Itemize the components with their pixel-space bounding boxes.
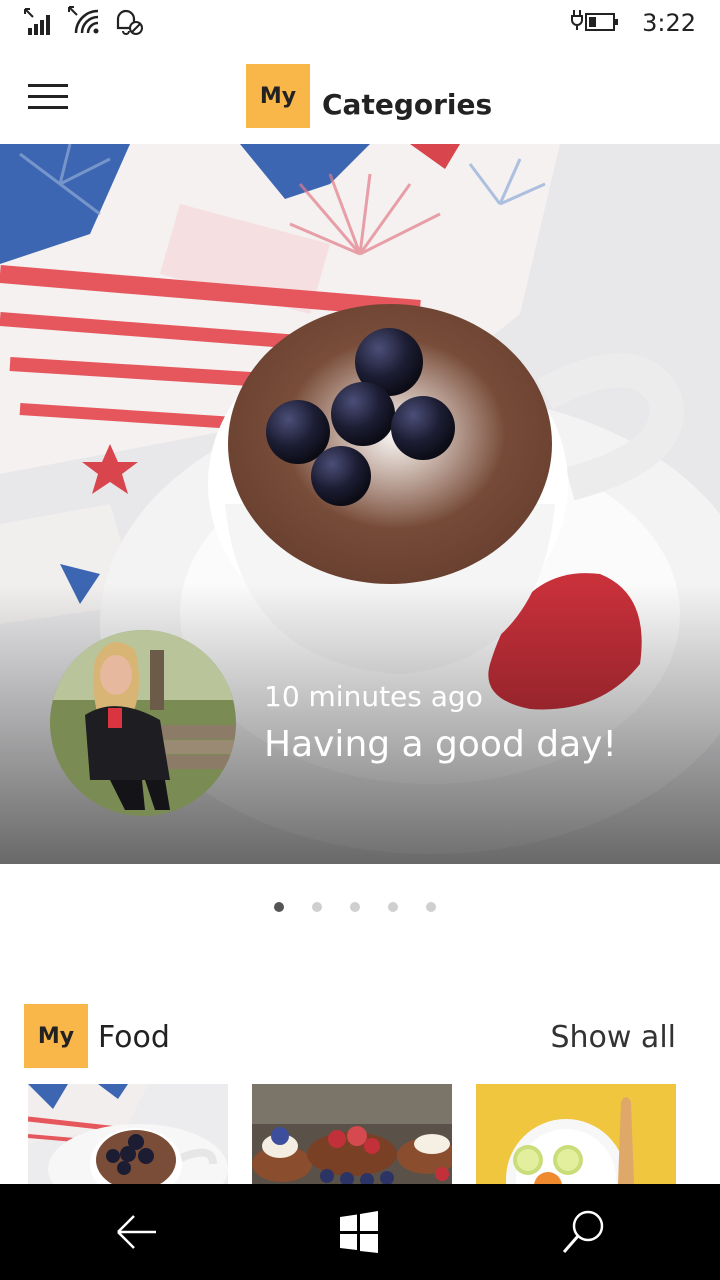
search-button[interactable]: [554, 1202, 614, 1262]
carousel-dot[interactable]: [312, 902, 322, 912]
carousel-dot[interactable]: [274, 902, 284, 912]
page-title: Categories: [322, 88, 493, 121]
citrus-plate-thumbnail[interactable]: [476, 1084, 676, 1184]
app-header: My Categories: [0, 48, 720, 144]
battery-charging-icon: [571, 10, 618, 31]
carousel-dot[interactable]: [388, 902, 398, 912]
post-caption: Having a good day!: [264, 724, 617, 765]
avatar[interactable]: [50, 630, 236, 816]
signal-icon: [24, 8, 50, 35]
mug-cake-thumbnail[interactable]: [28, 1084, 228, 1184]
wifi-icon: [68, 6, 99, 34]
back-button[interactable]: [106, 1202, 166, 1262]
pancakes-thumbnail[interactable]: [252, 1084, 452, 1184]
carousel-dot[interactable]: [350, 902, 360, 912]
carousel-dot[interactable]: [426, 902, 436, 912]
section-logo: My: [24, 1004, 88, 1068]
show-all-link[interactable]: Show all: [550, 1020, 676, 1055]
start-button[interactable]: [330, 1202, 390, 1262]
alarm-off-icon: [116, 9, 143, 35]
system-nav-bar: [0, 1184, 720, 1280]
clock: 3:22: [642, 9, 696, 37]
app-logo: My: [246, 64, 310, 128]
search-icon: [562, 1210, 604, 1253]
back-arrow-icon: [117, 1215, 156, 1249]
hero-carousel-slide[interactable]: 10 minutes ago Having a good day!: [0, 144, 720, 864]
windows-logo-icon: [340, 1211, 378, 1253]
post-timestamp: 10 minutes ago: [264, 680, 483, 713]
avatar-photo: [50, 630, 236, 816]
hamburger-menu-button[interactable]: [28, 84, 68, 110]
status-bar: 3:22: [0, 0, 720, 48]
section-title: Food: [98, 1020, 170, 1055]
